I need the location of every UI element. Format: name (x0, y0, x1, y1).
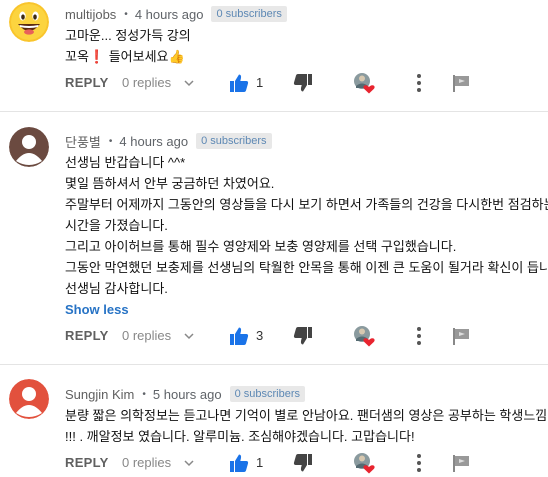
comment-line: 꼬옥❗ 들어보세요👍 (65, 49, 185, 64)
replies-count: 0 replies (122, 75, 172, 90)
timestamp[interactable]: 4 hours ago (135, 7, 204, 22)
comment-header: Sungjin Kim • 5 hours ago 0 subscribers (65, 384, 305, 404)
default-avatar-icon (9, 379, 49, 419)
reply-button[interactable]: REPLY (65, 328, 109, 343)
flag-icon[interactable] (451, 73, 471, 93)
reply-button[interactable]: REPLY (65, 75, 109, 90)
replies-toggle[interactable]: 0 replies (122, 328, 195, 343)
flag-icon[interactable] (451, 326, 471, 346)
replies-toggle[interactable]: 0 replies (122, 455, 195, 470)
chevron-down-icon (184, 459, 194, 466)
replies-count: 0 replies (122, 455, 172, 470)
comment-line: 몇일 뜸하셔서 안부 궁금하던 차였어요. (65, 176, 275, 191)
thumbs-down-icon[interactable] (293, 73, 313, 93)
more-vertical-icon[interactable] (412, 72, 426, 94)
comment-header: 단풍별 • 4 hours ago 0 subscribers (65, 131, 272, 151)
comment-line: 분량 짧은 의학정보는 듣고나면 기억이 별로 안남아요. 팬더샘의 영상은 공… (65, 408, 548, 423)
comment: multijobs • 4 hours ago 0 subscribers 고마… (0, 0, 548, 111)
avatar[interactable] (9, 2, 49, 42)
comment-line: 시간을 가졌습니다. (65, 218, 168, 233)
comment-line: 주말부터 어제까지 그동안의 영상들을 다시 보기 하면서 가족들의 건강을 다… (65, 197, 548, 212)
thumbs-up-icon[interactable] (229, 453, 249, 473)
comment: Sungjin Kim • 5 hours ago 0 subscribers … (0, 365, 548, 474)
creator-heart-icon[interactable] (352, 71, 376, 95)
thumbs-up-icon[interactable] (229, 73, 249, 93)
comment-line: 그동안 막연했던 보충제를 선생님의 탁월한 안목을 통해 이젠 큰 도움이 될… (65, 260, 548, 275)
like-count: 1 (256, 455, 264, 470)
comment-line: !!! . 깨알정보 였습니다. 알루미늄. 조심해야겠습니다. 고맙습니다! (65, 429, 415, 444)
comment-line: 선생님 반갑습니다 ^^* (65, 155, 186, 170)
flag-icon[interactable] (451, 453, 471, 473)
comment-text: 고마운... 정성가득 강의 꼬옥❗ 들어보세요👍 (65, 25, 191, 67)
emoji-avatar-icon (9, 2, 49, 42)
subscriber-badge: 0 subscribers (211, 6, 287, 22)
reply-button[interactable]: REPLY (65, 455, 109, 470)
comment-actions: REPLY 0 replies 3 (0, 324, 548, 350)
default-avatar-icon (9, 127, 49, 167)
comment-line: 그리고 아이허브를 통해 필수 영양제와 보충 영양제를 선택 구입했습니다. (65, 239, 457, 254)
comment-text: 분량 짧은 의학정보는 듣고나면 기억이 별로 안남아요. 팬더샘의 영상은 공… (65, 405, 548, 447)
subscriber-badge: 0 subscribers (229, 386, 305, 402)
comment-actions: REPLY 0 replies 1 (0, 71, 548, 97)
comment-line: 선생님 감사합니다. (65, 281, 168, 296)
thumbs-down-icon[interactable] (293, 326, 313, 346)
subscriber-badge: 0 subscribers (196, 133, 272, 149)
creator-heart-icon[interactable] (352, 324, 376, 348)
like-count: 3 (256, 328, 264, 343)
comment-text: 선생님 반갑습니다 ^^* 몇일 뜸하셔서 안부 궁금하던 차였어요. 주말부터… (65, 152, 548, 299)
creator-heart-icon[interactable] (352, 451, 376, 475)
thumbs-up-icon[interactable] (229, 326, 249, 346)
replies-count: 0 replies (122, 328, 172, 343)
chevron-down-icon (184, 79, 194, 86)
chevron-down-icon (184, 332, 194, 339)
more-vertical-icon[interactable] (412, 325, 426, 347)
replies-toggle[interactable]: 0 replies (122, 75, 195, 90)
show-less-link[interactable]: Show less (65, 302, 129, 317)
separator-dot: • (108, 135, 113, 147)
like-count: 1 (256, 75, 264, 90)
comment-line: 고마운... 정성가득 강의 (65, 28, 191, 43)
author-name[interactable]: multijobs (65, 7, 116, 22)
separator-dot: • (142, 388, 146, 400)
more-vertical-icon[interactable] (412, 452, 426, 474)
author-name[interactable]: Sungjin Kim (65, 387, 134, 402)
avatar[interactable] (9, 127, 49, 167)
thumbs-down-icon[interactable] (293, 453, 313, 473)
timestamp[interactable]: 5 hours ago (153, 387, 222, 402)
comment: 단풍별 • 4 hours ago 0 subscribers 선생님 반갑습니… (0, 112, 548, 364)
comment-actions: REPLY 0 replies 1 (0, 451, 548, 477)
author-name[interactable]: 단풍별 (65, 132, 101, 151)
avatar[interactable] (9, 379, 49, 419)
separator-dot: • (124, 8, 128, 20)
comment-header: multijobs • 4 hours ago 0 subscribers (65, 4, 287, 24)
timestamp[interactable]: 4 hours ago (119, 134, 188, 149)
